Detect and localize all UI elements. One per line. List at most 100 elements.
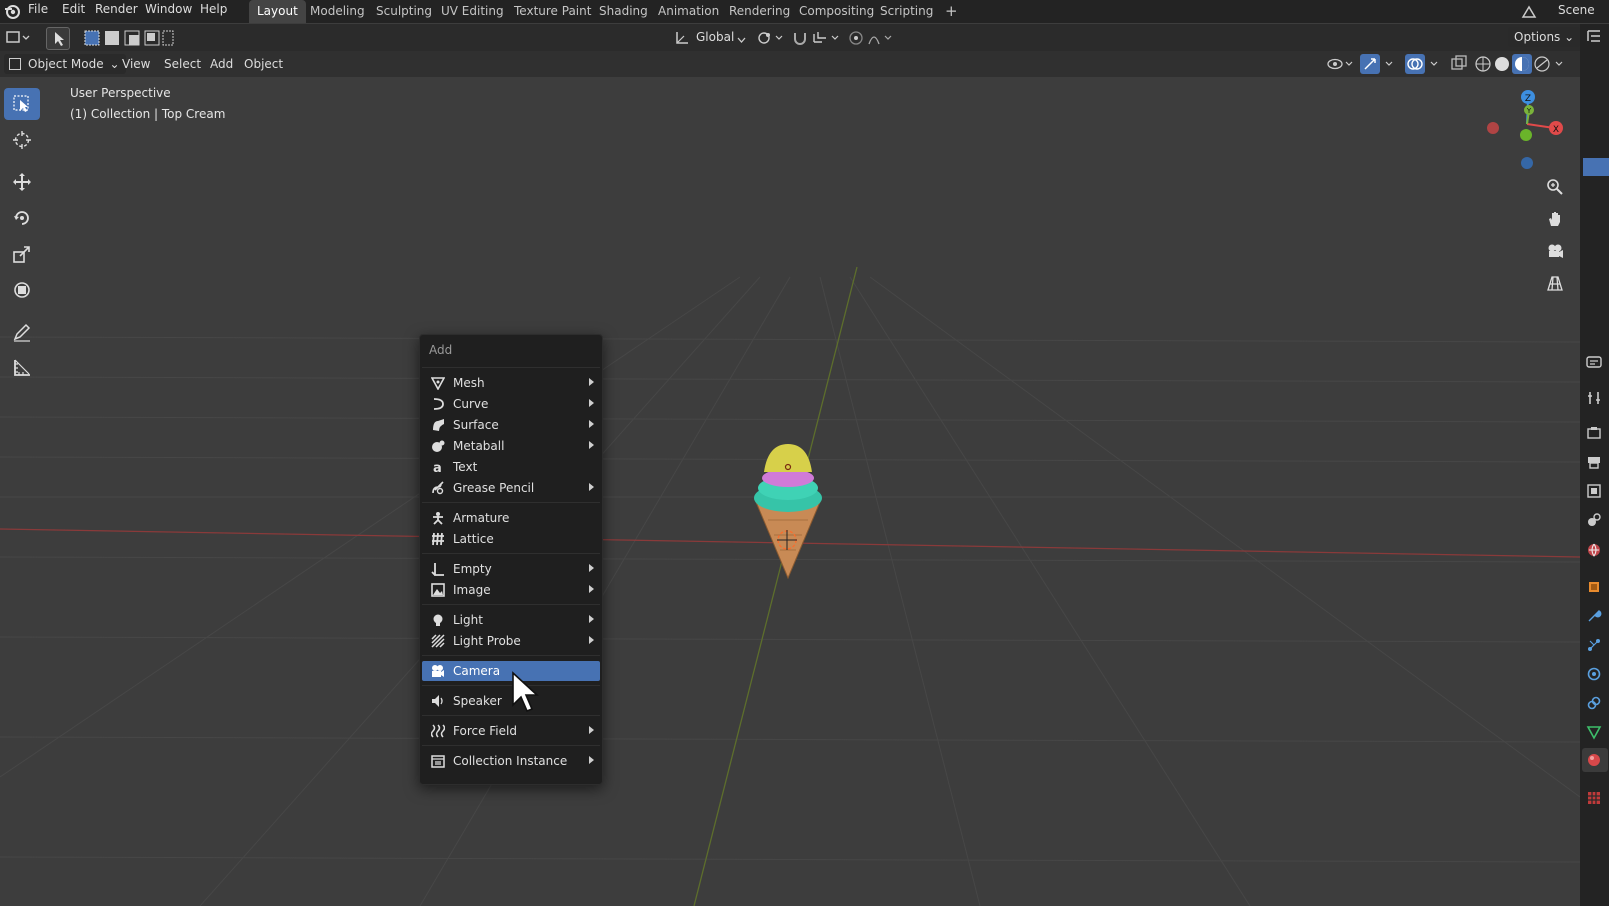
view-layer-icon[interactable] [1586,483,1602,499]
object-properties-icon[interactable] [1586,579,1602,595]
orthographic-grid-icon[interactable] [1541,269,1569,297]
menu-help[interactable]: Help [200,2,227,16]
mode-dropdown[interactable]: Object Mode ⌄ [4,54,126,74]
scene-name[interactable]: Scene [1558,3,1595,17]
tab-scripting[interactable]: Scripting [872,0,941,23]
physics-properties-icon[interactable] [1586,666,1602,682]
menu-item-label: Force Field [453,724,517,738]
proportional-editing-icon[interactable] [848,30,864,46]
visibility-icon[interactable] [1326,55,1356,73]
curve-icon [431,397,445,411]
menu-item-empty[interactable]: Empty [422,559,600,579]
move-tool-icon[interactable] [4,166,40,198]
menu-item-armature[interactable]: Armature [422,508,600,528]
scene-properties-icon[interactable] [1586,512,1602,528]
menu-view[interactable]: View [116,54,156,74]
outliner-selected-row[interactable] [1583,158,1609,176]
properties-editor-icon[interactable] [1586,354,1602,370]
select-tool-icon[interactable] [46,27,70,50]
object-mode-icon [9,58,21,70]
submenu-arrow-icon [589,399,594,407]
outliner-icon[interactable] [1586,28,1602,44]
modifier-properties-icon[interactable] [1586,608,1602,624]
editor-type-icon[interactable] [6,29,30,47]
menu-render[interactable]: Render [95,2,138,16]
tab-layout[interactable]: Layout [249,0,306,23]
rotate-tool-icon[interactable] [4,202,40,234]
texture-properties-icon[interactable] [1586,790,1602,806]
constraints-properties-icon[interactable] [1586,695,1602,711]
data-properties-icon[interactable] [1586,724,1602,740]
pan-hand-icon[interactable] [1541,205,1569,233]
particles-properties-icon[interactable] [1586,637,1602,653]
zoom-icon[interactable] [1541,173,1569,201]
pivot-point-icon[interactable] [757,30,785,46]
cursor-tool-icon[interactable] [4,124,40,156]
falloff-icon[interactable] [868,30,896,46]
axis-navigation-gizmo[interactable]: Z X Y [1485,83,1575,173]
submenu-arrow-icon [589,441,594,449]
world-properties-icon[interactable] [1586,542,1602,558]
snap-icon[interactable] [792,30,808,46]
blender-logo-icon[interactable] [4,3,21,20]
menu-item-text[interactable]: a Text [422,457,600,477]
scale-tool-icon[interactable] [4,238,40,270]
menu-file[interactable]: File [28,2,48,16]
tab-uv-editing[interactable]: UV Editing [433,0,512,23]
scene-selector-icon[interactable] [1521,4,1537,20]
tab-rendering[interactable]: Rendering [721,0,798,23]
menu-item-metaball[interactable]: Metaball [422,436,600,456]
menu-item-light-probe[interactable]: Light Probe [422,631,600,651]
selection-mode-icons[interactable] [83,29,175,47]
overlays-toggle-icon[interactable] [1405,54,1443,74]
submenu-arrow-icon [589,756,594,764]
menu-item-collection-instance[interactable]: Collection Instance [422,751,600,771]
options-dropdown[interactable]: Options ⌄ [1508,27,1581,47]
menu-item-grease-pencil[interactable]: Grease Pencil [422,478,600,498]
menu-item-label: Lattice [453,532,494,546]
menu-item-label: Metaball [453,439,505,453]
menu-item-lattice[interactable]: Lattice [422,529,600,549]
menu-edit[interactable]: Edit [62,2,85,16]
light-probe-icon [431,634,445,648]
tab-shading[interactable]: Shading [591,0,656,23]
material-properties-icon[interactable] [1586,752,1602,768]
output-properties-icon[interactable] [1586,454,1602,470]
menu-item-light[interactable]: Light [422,610,600,630]
menu-object[interactable]: Object [238,54,289,74]
menu-window[interactable]: Window [145,2,192,16]
ice-cream-model[interactable] [748,440,828,580]
tab-modeling[interactable]: Modeling [302,0,373,23]
add-workspace-button[interactable]: + [937,0,966,23]
menu-item-force-field[interactable]: Force Field [422,721,600,741]
speaker-icon [431,694,445,708]
menu-item-image[interactable]: Image [422,580,600,600]
transform-orientation-dropdown[interactable]: Global [696,30,734,44]
menu-add[interactable]: Add [204,54,239,74]
submenu-arrow-icon [589,585,594,593]
menu-item-mesh[interactable]: Mesh [422,373,600,393]
gizmo-toggle-icon[interactable] [1360,54,1398,74]
measure-tool-icon[interactable] [4,352,40,384]
tab-animation[interactable]: Animation [650,0,727,23]
tool-settings-icon[interactable] [1586,390,1602,406]
transform-tool-icon[interactable] [4,274,40,306]
tab-sculpting[interactable]: Sculpting [368,0,440,23]
chevron-down-icon[interactable] [737,33,746,47]
tab-texture-paint[interactable]: Texture Paint [506,0,599,23]
snap-target-icon[interactable] [812,30,842,46]
menu-divider [422,502,600,503]
svg-text:a: a [433,461,442,474]
render-properties-icon[interactable] [1586,425,1602,441]
select-box-tool-icon[interactable] [4,88,40,120]
camera-view-icon[interactable] [1541,237,1569,265]
menu-item-surface[interactable]: Surface [422,415,600,435]
annotate-tool-icon[interactable] [4,316,40,348]
3d-viewport[interactable]: User Perspective (1) Collection | Top Cr… [0,77,1580,906]
menu-select[interactable]: Select [158,54,207,74]
tab-compositing[interactable]: Compositing [791,0,882,23]
xray-toggle-icon[interactable] [1450,55,1468,73]
text-icon: a [431,460,445,474]
menu-item-curve[interactable]: Curve [422,394,600,414]
shading-mode-icons[interactable] [1474,54,1574,74]
